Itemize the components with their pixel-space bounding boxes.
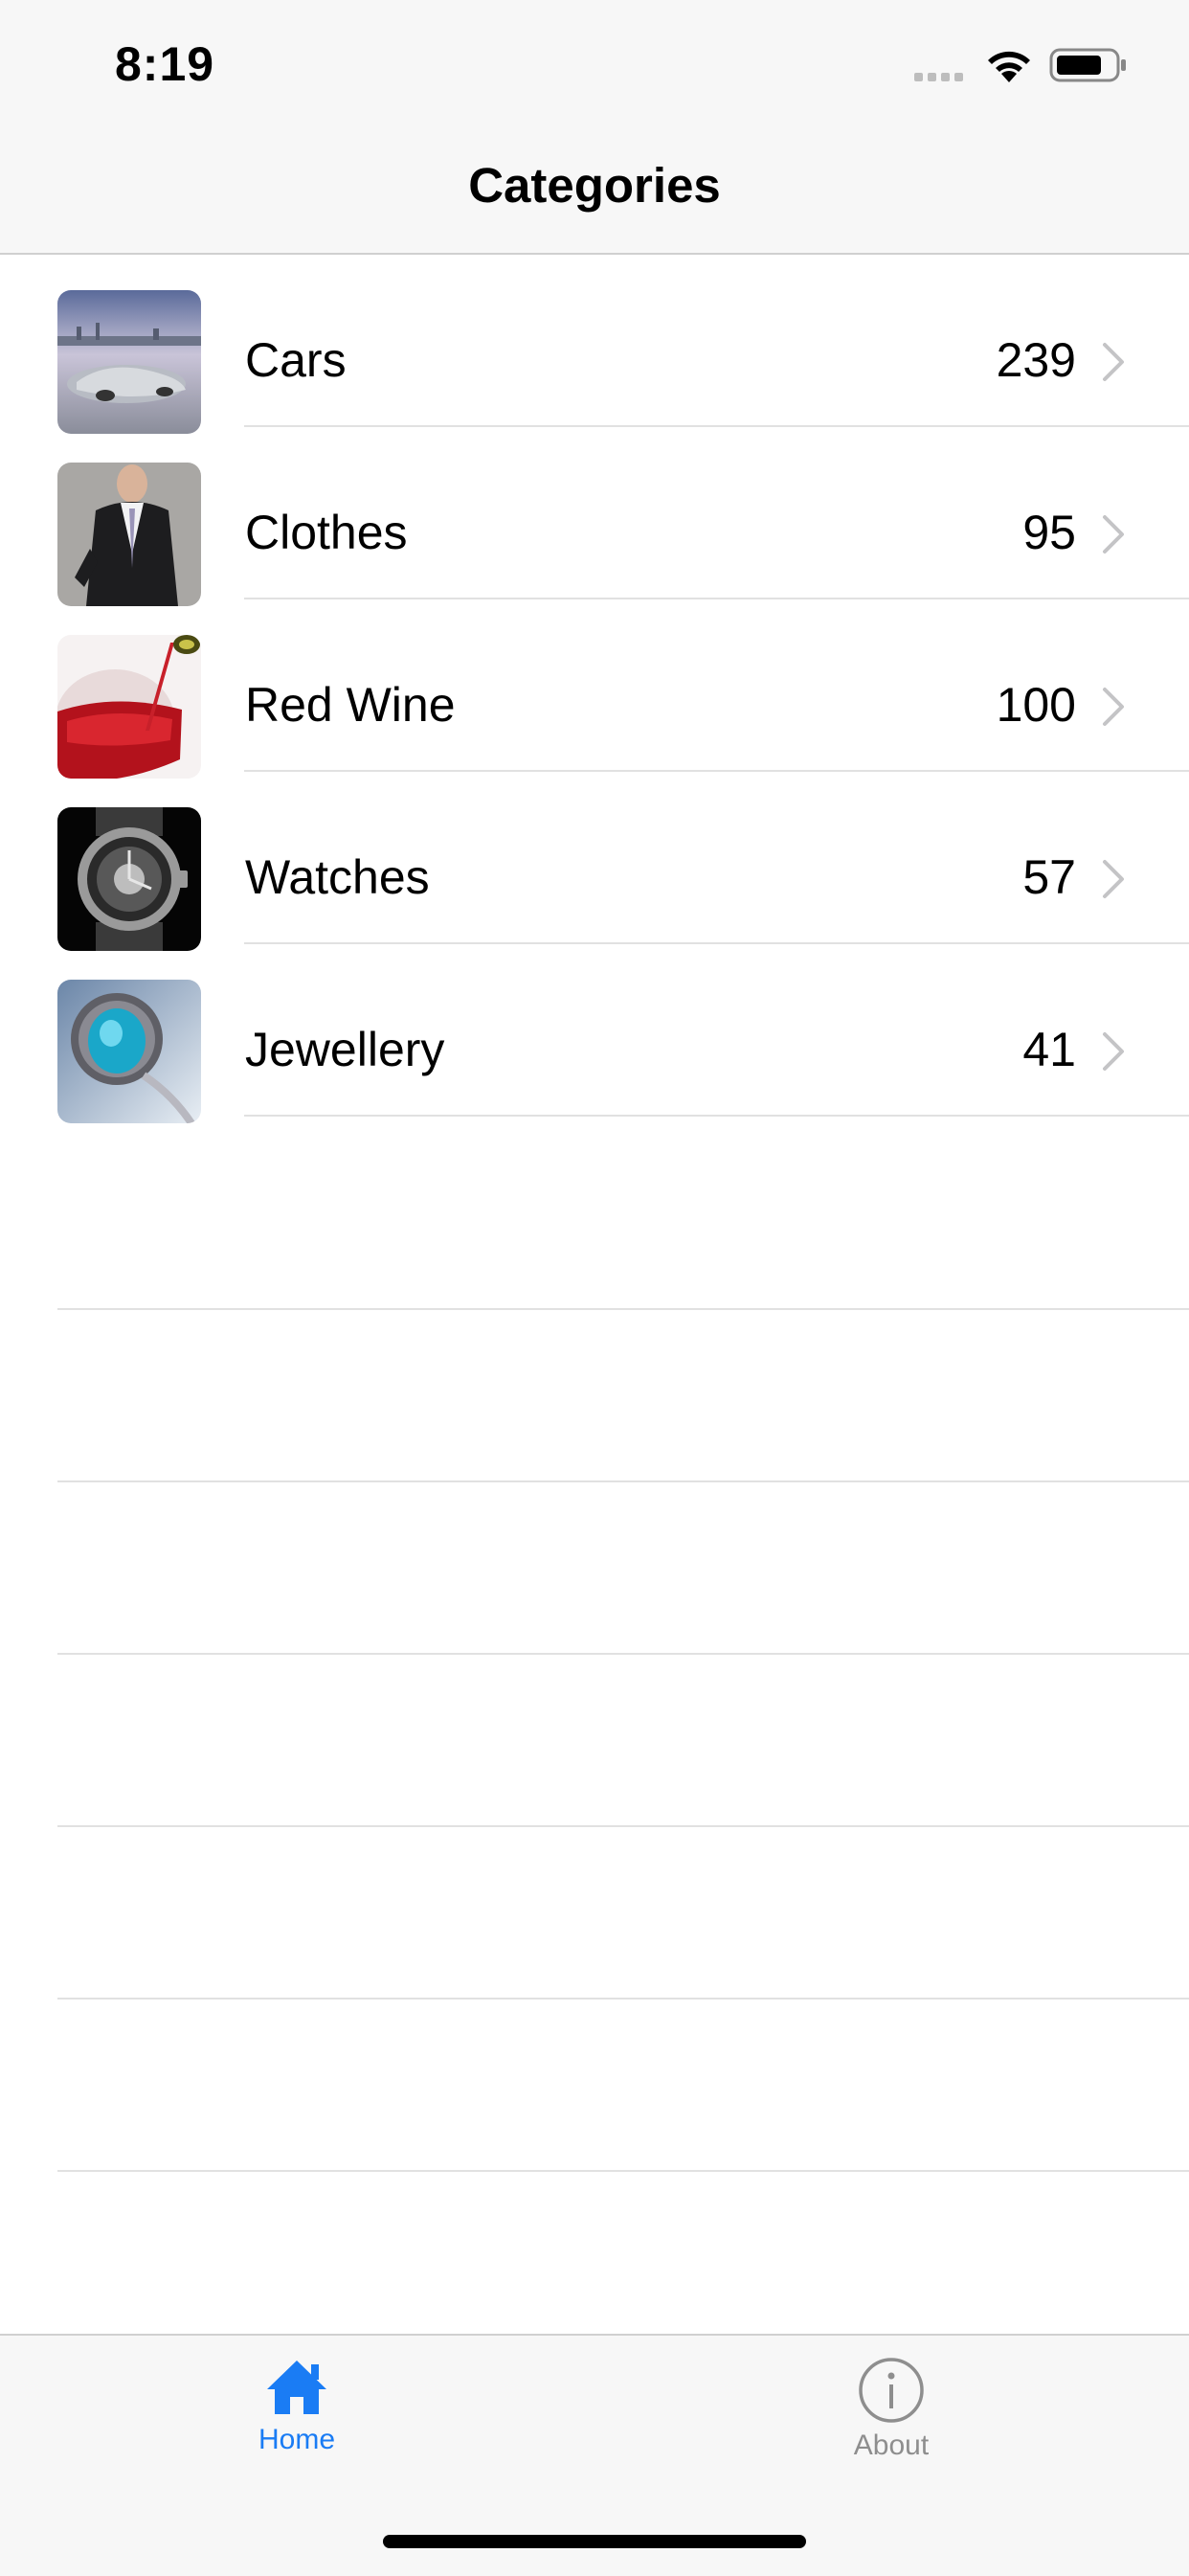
status-bar: 8:19 — [0, 0, 1189, 128]
list-item-cars[interactable]: Cars 239 — [0, 255, 1189, 434]
category-count: 239 — [996, 333, 1076, 387]
empty-row-separator — [0, 1654, 1189, 1827]
status-time: 8:19 — [115, 37, 215, 91]
category-count: 41 — [1022, 1023, 1076, 1076]
car-thumbnail — [57, 290, 201, 434]
wine-glass-thumbnail — [57, 635, 201, 779]
category-label: Red Wine — [245, 678, 456, 732]
chevron-right-icon — [1103, 515, 1124, 554]
tab-home-label: Home — [258, 2424, 336, 2455]
category-count: 57 — [1022, 850, 1076, 904]
list-item-watches[interactable]: Watches 57 — [0, 772, 1189, 951]
empty-row-separator — [0, 1309, 1189, 1482]
category-label: Cars — [245, 333, 347, 387]
empty-row-separator — [0, 1826, 1189, 2000]
home-indicator[interactable] — [383, 2535, 806, 2548]
house-icon — [267, 2361, 326, 2414]
battery-icon — [1049, 48, 1126, 82]
list-item-jewellery[interactable]: Jewellery 41 — [0, 944, 1189, 1123]
empty-list-area — [0, 1137, 1189, 2172]
navigation-bar: Categories — [0, 128, 1189, 255]
tab-about[interactable]: About — [796, 2357, 987, 2462]
chevron-right-icon — [1103, 1032, 1124, 1071]
chevron-right-icon — [1103, 860, 1124, 898]
empty-row-separator — [0, 1999, 1189, 2172]
page-title: Categories — [468, 158, 721, 213]
category-count: 100 — [996, 678, 1076, 732]
category-list: Cars 239 Clothes 95 Red Wine 100 Watches… — [0, 255, 1189, 1123]
empty-row-separator — [0, 1481, 1189, 1655]
chevron-right-icon — [1103, 688, 1124, 726]
category-label: Clothes — [245, 506, 408, 559]
chevron-right-icon — [1103, 343, 1124, 381]
ring-thumbnail — [57, 980, 201, 1123]
tab-about-label: About — [853, 2429, 930, 2461]
suit-thumbnail — [57, 463, 201, 606]
list-item-clothes[interactable]: Clothes 95 — [0, 427, 1189, 606]
empty-row-separator — [0, 1137, 1189, 1310]
cellular-signal-icon — [914, 73, 963, 81]
wifi-icon — [988, 51, 1030, 82]
category-label: Jewellery — [245, 1023, 445, 1076]
info-icon — [859, 2358, 924, 2423]
category-count: 95 — [1022, 506, 1076, 559]
list-item-red-wine[interactable]: Red Wine 100 — [0, 599, 1189, 779]
category-label: Watches — [245, 850, 430, 904]
tab-home[interactable]: Home — [201, 2357, 393, 2456]
watch-thumbnail — [57, 807, 201, 951]
